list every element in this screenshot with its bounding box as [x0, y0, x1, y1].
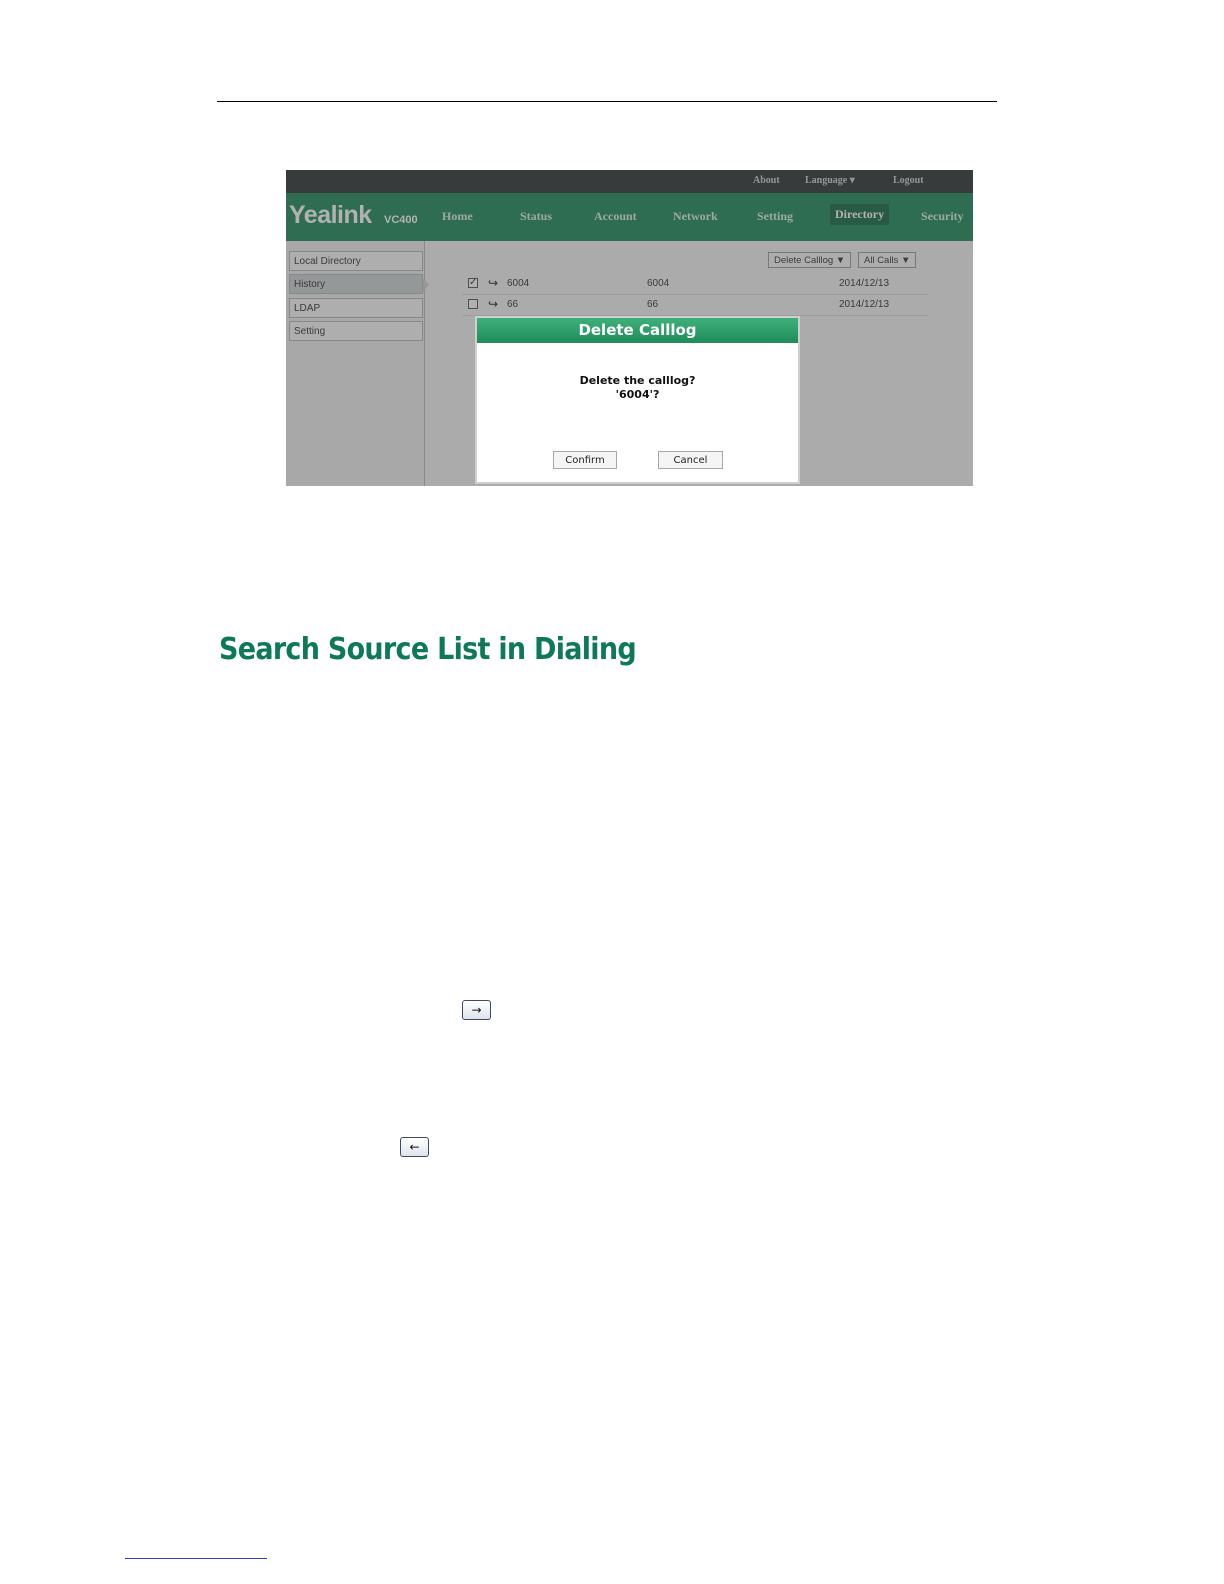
confirm-button[interactable]: Confirm: [553, 451, 617, 469]
dialog-title: Delete Calllog: [477, 318, 798, 343]
header-rule: [217, 101, 997, 102]
left-arrow-key-icon: ←: [400, 1137, 429, 1157]
dialog-message-line2: '6004'?: [615, 388, 660, 401]
web-ui-screenshot: About Language ▾ Logout Yealink VC400 Ho…: [286, 170, 973, 486]
delete-calllog-dialog: Delete Calllog Delete the calllog? '6004…: [475, 316, 800, 484]
right-arrow-key-icon: →: [462, 1000, 491, 1020]
section-heading: Search Source List in Dialing: [219, 632, 637, 667]
cancel-button[interactable]: Cancel: [658, 451, 723, 469]
dialog-message-line1: Delete the calllog?: [579, 374, 696, 387]
dialog-message: Delete the calllog? '6004'?: [477, 374, 798, 402]
footer-link-underline: [125, 1558, 267, 1559]
